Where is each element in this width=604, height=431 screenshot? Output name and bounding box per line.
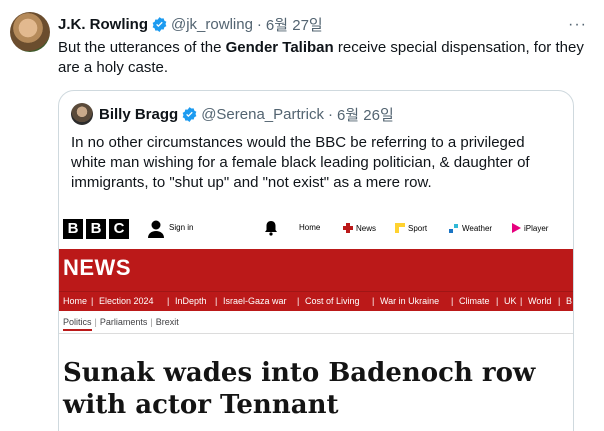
bbc-subnav-item: World [528,296,552,306]
news-icon [343,223,353,233]
bbc-logo-letter: B [63,219,83,239]
sport-icon [395,223,405,233]
crumb-parliaments: Parliaments [99,317,148,327]
bbc-news-title: NEWS [63,255,131,280]
crumb-separator: | [150,317,153,327]
crumb-brexit: Brexit [155,317,179,327]
bbc-subnav-separator: | [496,296,499,306]
bbc-screenshot-image[interactable]: B B C Sign in Home News Sport Weather iP… [59,211,573,431]
bbc-news-banner: NEWS [59,249,573,291]
user-icon [148,220,164,238]
author-handle[interactable]: @jk_rowling [171,16,253,33]
quote-text: In no other circumstances would the BBC … [71,134,530,191]
bbc-sub-nav: Home | Election 2024 | InDepth | Israel-… [59,291,573,311]
bbc-subnav-separator: | [167,296,170,306]
separator-dot: · [256,16,262,33]
more-options-icon[interactable]: ··· [568,16,587,34]
bbc-subnav-item: Climate [459,296,490,306]
bbc-nav-weather: Weather [449,223,492,233]
quote-avatar[interactable] [71,103,93,125]
avatar[interactable] [10,12,50,52]
tweet-text-bold: Gender Taliban [225,39,334,56]
bbc-subnav-item: Home [63,296,88,306]
tweet-text: But the utterances of the Gender Taliban… [58,38,588,78]
divider [59,333,573,334]
bbc-subnav-item: B [566,296,573,306]
bbc-nav-label: News [356,223,377,233]
bbc-subnav-separator: | [558,296,561,306]
bbc-subnav-item: InDepth [175,296,207,306]
bbc-nav-label: Home [299,223,321,232]
bbc-nav-label: iPlayer [524,223,549,233]
bbc-subnav-separator: | [215,296,218,306]
bell-icon [265,221,277,236]
bbc-nav-home: Home [299,223,320,232]
bbc-nav-label: Weather [462,223,493,233]
bbc-signin-label: Sign in [169,223,194,232]
bbc-headline: Sunak wades into Badenoch row with actor… [63,358,536,420]
tweet-header: J.K. Rowling @jk_rowling · 6월 27일 [58,14,323,35]
verified-badge-icon [182,106,197,122]
quote-date[interactable]: 6월 26일 [337,104,394,125]
bbc-logo-letter: B [86,219,106,239]
bbc-nav-sport: Sport [395,223,427,233]
iplayer-icon [512,223,521,233]
quoted-tweet[interactable]: Billy Bragg @Serena_Partrick · 6월 26일 In… [58,90,574,431]
tweet-date[interactable]: 6월 27일 [266,14,323,35]
bbc-nav-iplayer: iPlayer [511,223,548,233]
tweet-text-part1: But the utterances of the [58,39,226,56]
author-name[interactable]: J.K. Rowling [58,16,148,33]
bbc-subnav-separator: | [520,296,523,306]
bbc-logo-letter: C [109,219,129,239]
bbc-nav-label: Sport [408,223,428,233]
bbc-subnav-separator: | [297,296,300,306]
bbc-subnav-item: Cost of Living [305,296,360,306]
bbc-breadcrumb: Politics | Parliaments | Brexit [63,317,179,331]
bbc-subnav-separator: | [372,296,375,306]
bbc-subnav-item: War in Ukraine [380,296,440,306]
verified-badge-icon [152,17,167,32]
weather-icon [449,224,458,233]
bbc-nav-news: News [343,223,376,233]
crumb-separator: | [94,317,97,327]
bbc-subnav-item: UK [504,296,517,306]
separator-dot: · [327,105,333,123]
bbc-subnav-separator: | [91,296,94,306]
tweet[interactable]: J.K. Rowling @jk_rowling · 6월 27일 ··· Bu… [0,0,604,431]
quote-header: Billy Bragg @Serena_Partrick · 6월 26일 [71,103,394,125]
crumb-politics: Politics [63,317,92,331]
quote-author-name[interactable]: Billy Bragg [99,106,178,123]
bbc-subnav-item: Election 2024 [99,296,154,306]
bbc-subnav-separator: | [451,296,454,306]
bbc-top-bar: B B C Sign in Home News Sport Weather iP… [59,211,573,249]
quote-author-handle[interactable]: @Serena_Partrick [201,106,324,123]
bbc-subnav-item: Israel-Gaza war [223,296,287,306]
